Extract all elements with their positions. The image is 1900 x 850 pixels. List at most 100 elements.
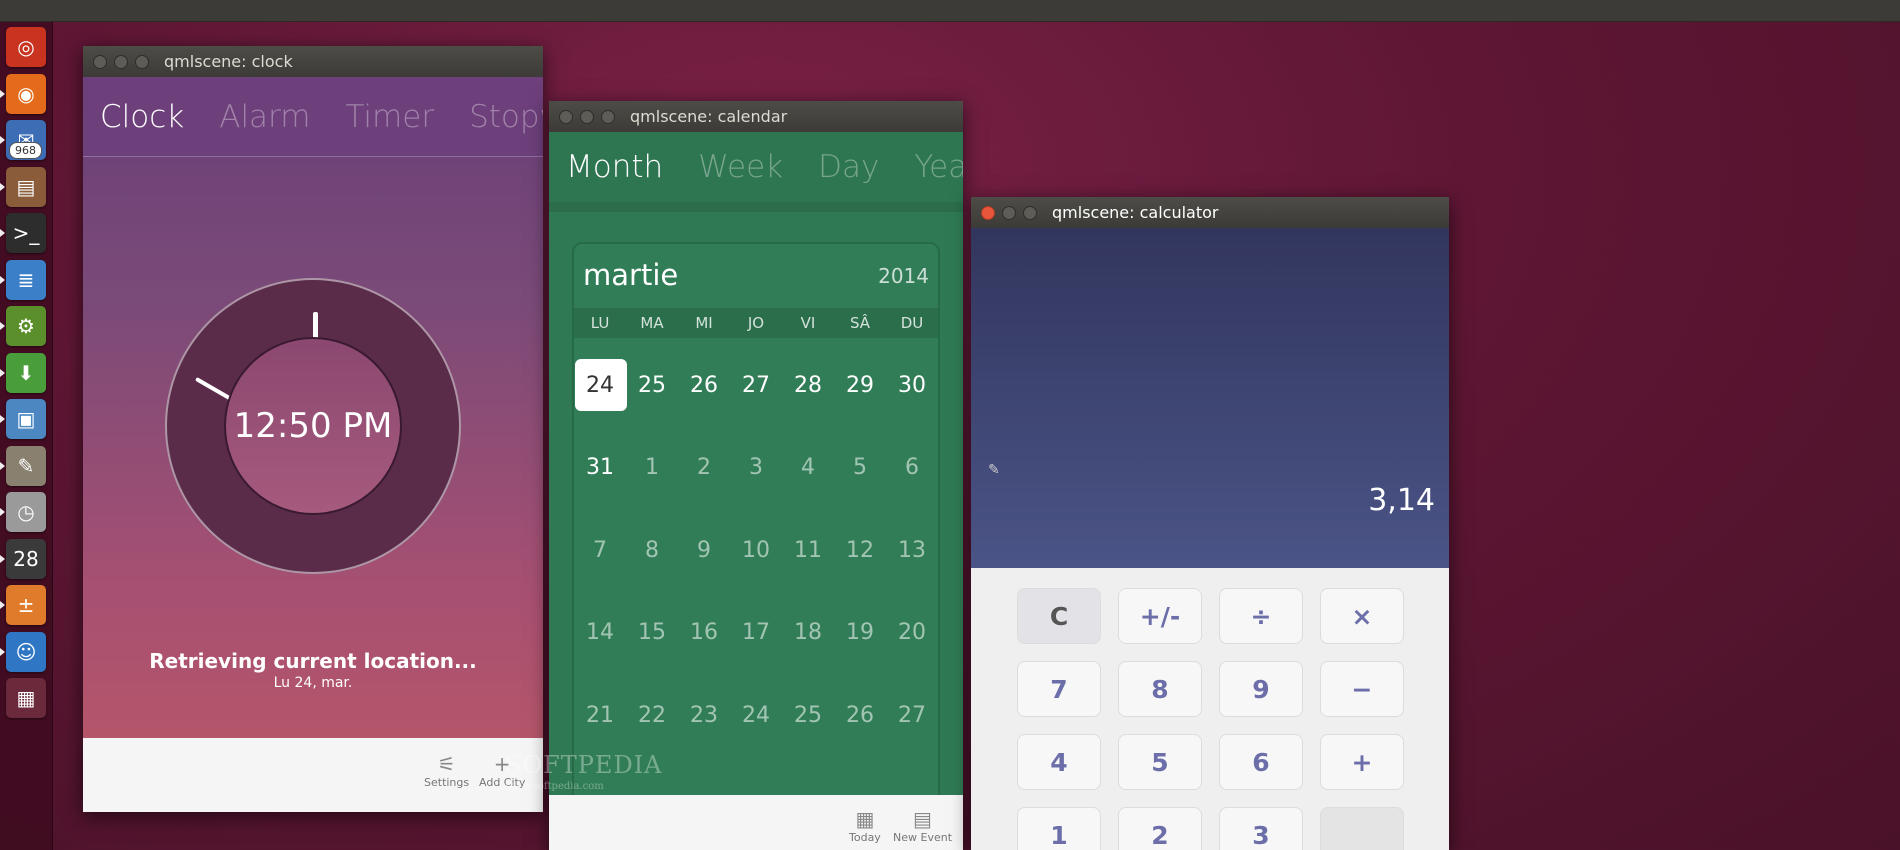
running-indicator	[0, 461, 5, 470]
day-cell[interactable]: 13	[886, 538, 938, 563]
day-cell[interactable]: 25	[626, 373, 678, 398]
digit-8-key[interactable]: 8	[1118, 661, 1202, 717]
digit-9-key[interactable]: 9	[1219, 661, 1303, 717]
day-cell[interactable]: 8	[626, 538, 678, 563]
today-action[interactable]: ▦ Today	[849, 807, 881, 844]
tab-clock[interactable]: Clock	[100, 99, 184, 135]
multiply-key[interactable]: ×	[1320, 588, 1404, 644]
firefox-icon[interactable]: ◉	[6, 73, 46, 114]
day-cell[interactable]: 7	[574, 538, 626, 563]
month-name: martie	[583, 258, 679, 292]
day-cell[interactable]: 23	[678, 703, 730, 728]
terminal-icon[interactable]: >_	[6, 213, 46, 253]
digit-1-key[interactable]: 1	[1017, 807, 1101, 850]
digit-7-key[interactable]: 7	[1017, 661, 1101, 717]
day-cell[interactable]: 15	[626, 620, 678, 645]
day-cell[interactable]: 4	[782, 455, 834, 480]
close-button[interactable]	[93, 54, 107, 69]
day-cell[interactable]: 28	[782, 373, 834, 398]
digit-2-key[interactable]: 2	[1118, 807, 1202, 850]
tab-timer[interactable]: Timer	[345, 99, 434, 135]
tab-year[interactable]: Year	[914, 149, 963, 185]
day-cell[interactable]: 9	[678, 538, 730, 563]
calendar-add-icon: ▤	[913, 807, 932, 831]
clock-app-icon[interactable]: ◷	[6, 492, 46, 532]
day-cell[interactable]: 25	[782, 703, 834, 728]
day-cell[interactable]: 22	[626, 703, 678, 728]
calculator-app-icon[interactable]: ±	[6, 585, 46, 625]
tab-day[interactable]: Day	[818, 149, 879, 185]
workspace-switcher-icon[interactable]: ▦	[6, 678, 46, 718]
tab-alarm[interactable]: Alarm	[219, 99, 310, 135]
monitor-icon[interactable]: ▣	[6, 399, 46, 439]
pencil-icon[interactable]: ✎	[988, 462, 1000, 478]
clock-titlebar[interactable]: qmlscene: clock	[83, 46, 543, 77]
day-cell[interactable]: 2	[678, 455, 730, 480]
maximize-button[interactable]	[601, 109, 615, 124]
day-cell[interactable]: 26	[834, 703, 886, 728]
day-cell[interactable]: 29	[834, 373, 886, 398]
day-cell[interactable]: 14	[574, 620, 626, 645]
running-indicator	[0, 415, 5, 423]
day-cell[interactable]: 16	[678, 620, 730, 645]
calculator-titlebar[interactable]: qmlscene: calculator	[971, 197, 1449, 228]
calendar-titlebar[interactable]: qmlscene: calendar	[549, 101, 963, 132]
calendar-app-icon[interactable]: 28	[6, 538, 46, 579]
day-cell[interactable]: 5	[834, 455, 886, 480]
new-event-action[interactable]: ▤ New Event	[893, 807, 952, 844]
close-button[interactable]	[559, 109, 573, 124]
plus-key[interactable]: +	[1320, 734, 1404, 790]
day-cell[interactable]: 11	[782, 538, 834, 563]
files-icon[interactable]: ▤	[6, 166, 46, 207]
day-cell[interactable]: 26	[678, 373, 730, 398]
day-cell[interactable]: 21	[574, 703, 626, 728]
gimp-icon[interactable]: ✎	[6, 445, 46, 486]
day-cell[interactable]: 19	[834, 620, 886, 645]
calendar-window: qmlscene: calendar Month Week Day Year m…	[549, 101, 963, 850]
clear-key[interactable]: C	[1017, 588, 1101, 644]
tab-week[interactable]: Week	[698, 149, 783, 185]
watermark-brand: SOFTPEDIA	[505, 751, 663, 779]
tab-month[interactable]: Month	[566, 149, 663, 185]
clock-body: Clock Alarm Timer Stopwa 12:50 PM Retrie…	[83, 77, 543, 812]
messaging-icon[interactable]: ☺	[6, 631, 46, 672]
day-cell[interactable]: 27	[730, 373, 782, 398]
day-cell[interactable]: 30	[886, 373, 938, 398]
tab-stopwatch[interactable]: Stopwa	[469, 99, 543, 135]
day-cell[interactable]: 1	[626, 455, 678, 480]
day-cell[interactable]: 20	[886, 620, 938, 645]
maximize-button[interactable]	[135, 54, 149, 69]
day-cell[interactable]: 10	[730, 538, 782, 563]
digit-4-key[interactable]: 4	[1017, 734, 1101, 790]
writer-icon[interactable]: ≣	[6, 259, 46, 300]
day-cell[interactable]: 12	[834, 538, 886, 563]
digit-5-key[interactable]: 5	[1118, 734, 1202, 790]
digit-6-key[interactable]: 6	[1219, 734, 1303, 790]
digit-3-key[interactable]: 3	[1219, 807, 1303, 850]
running-indicator	[0, 275, 5, 284]
close-button[interactable]	[981, 205, 995, 220]
launcher: 968 ◎ ◉ ✉ ▤ >_ ≣ ⚙ ⬇ ▣ ✎ ◷ 28 ± ☺ ▦	[0, 22, 53, 850]
blank-key[interactable]	[1320, 807, 1404, 850]
clock-tabs: Clock Alarm Timer Stopwa	[83, 77, 543, 157]
day-cell[interactable]: 6	[886, 455, 938, 480]
day-cell[interactable]: 24	[730, 703, 782, 728]
settings-action[interactable]: ⚟ Settings	[424, 752, 469, 789]
minus-key[interactable]: −	[1320, 661, 1404, 717]
today-label: Today	[849, 831, 881, 844]
download-icon[interactable]: ⬇	[6, 352, 46, 393]
sign-toggle-key[interactable]: +/-	[1118, 588, 1202, 644]
minimize-button[interactable]	[580, 109, 594, 124]
day-cell[interactable]: 18	[782, 620, 834, 645]
day-cell-today[interactable]: 24	[574, 373, 626, 398]
settings-eye-icon[interactable]: ⚙	[6, 306, 46, 346]
day-cell[interactable]: 27	[886, 703, 938, 728]
ubuntu-dash-icon[interactable]: ◎	[6, 27, 46, 67]
day-cell[interactable]: 31	[574, 455, 626, 480]
minimize-button[interactable]	[114, 54, 128, 69]
day-cell[interactable]: 17	[730, 620, 782, 645]
divide-key[interactable]: ÷	[1219, 588, 1303, 644]
maximize-button[interactable]	[1023, 205, 1037, 220]
day-cell[interactable]: 3	[730, 455, 782, 480]
minimize-button[interactable]	[1002, 205, 1016, 220]
